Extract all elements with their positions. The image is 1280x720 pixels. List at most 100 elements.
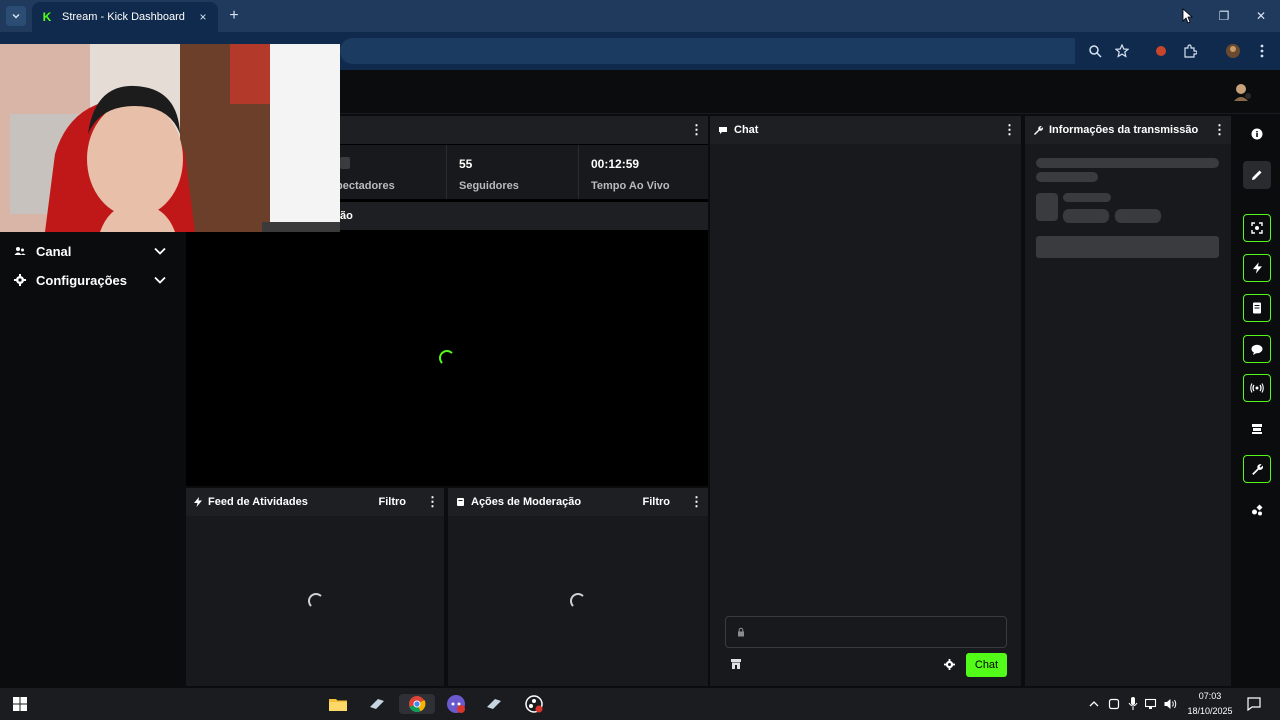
stat-live-time: 00:12:59 Tempo Ao Vivo: [579, 145, 708, 199]
chevron-down-icon: [12, 13, 20, 19]
moderation-title: Ações de Moderação: [471, 496, 582, 508]
notes-icon[interactable]: [1243, 294, 1271, 322]
browser-menu-icon[interactable]: [1253, 42, 1271, 60]
activity-loading-spinner: [308, 593, 324, 609]
webcam-feed-image: [0, 44, 340, 232]
stat-live-time-label: Tempo Ao Vivo: [591, 180, 670, 192]
viewers-value-skeleton: [340, 157, 350, 169]
skeleton-tag: [1063, 209, 1109, 223]
notifications-icon[interactable]: [1244, 694, 1264, 714]
more-options-icon[interactable]: ⋮: [426, 494, 439, 510]
stream-info-panel: Informações da transmissão ⋮: [1025, 116, 1231, 686]
stat-followers-label: Seguidores: [459, 180, 519, 192]
more-options-icon[interactable]: ⋮: [1213, 122, 1226, 138]
activity-feed-panel: Feed de Atividades Filtro ⋮: [186, 488, 444, 686]
moderation-loading-spinner: [570, 593, 586, 609]
chevron-down-icon: [154, 247, 166, 255]
file-explorer-icon[interactable]: [328, 694, 348, 714]
user-avatar[interactable]: [1231, 81, 1253, 103]
chrome-icon[interactable]: [399, 694, 435, 714]
sidebar-item-label: Configurações: [36, 272, 128, 288]
sidebar-item-configuracoes[interactable]: Configurações: [0, 266, 184, 294]
tab-close-button[interactable]: ×: [196, 10, 210, 24]
extension-icon[interactable]: [1152, 42, 1170, 60]
activity-feed-title: Feed de Atividades: [208, 496, 308, 508]
volume-icon[interactable]: [1163, 694, 1179, 714]
close-window-button[interactable]: ✕: [1253, 8, 1269, 24]
windows-start-icon[interactable]: [10, 694, 30, 714]
restore-button[interactable]: ❐: [1216, 8, 1232, 24]
bookmark-star-icon[interactable]: [1113, 42, 1131, 60]
skeleton-line: [1036, 172, 1098, 182]
widgets-icon[interactable]: [1243, 496, 1271, 524]
chat-panel: Chat ⋮ Chat: [710, 116, 1021, 686]
more-options-icon[interactable]: ⋮: [690, 494, 703, 510]
steam-icon[interactable]: [367, 694, 387, 714]
moderation-header: Ações de Moderação Filtro ⋮: [448, 488, 708, 516]
kick-favicon-icon: K: [42, 10, 52, 24]
chat-bubble-icon: [719, 127, 727, 134]
users-icon: [14, 247, 26, 255]
stream-info-header: Informações da transmissão ⋮: [1025, 116, 1231, 144]
minimize-button[interactable]: [1180, 8, 1196, 24]
sidebar-item-label: Canal: [36, 243, 72, 259]
skeleton-line: [1063, 193, 1111, 202]
skeleton-line: [1036, 158, 1219, 168]
broadcast-icon[interactable]: [1243, 374, 1271, 402]
stream-info-title: Informações da transmissão: [1049, 124, 1199, 136]
extensions-puzzle-icon[interactable]: [1181, 42, 1199, 60]
chat-panel-title: Chat: [734, 124, 759, 136]
chat-input[interactable]: [725, 616, 1007, 648]
taskbar-clock-time[interactable]: 07:03: [1188, 691, 1232, 701]
wrench-icon[interactable]: [1243, 455, 1271, 483]
info-icon[interactable]: [1243, 120, 1271, 148]
stat-followers-value: 55: [459, 157, 473, 171]
layout-icon[interactable]: [1243, 415, 1271, 443]
screenshot-icon[interactable]: [1243, 214, 1271, 242]
profile-avatar-icon[interactable]: [1224, 42, 1242, 60]
skeleton-button: [1036, 236, 1219, 258]
sidebar-item-canal[interactable]: Canal: [0, 237, 184, 265]
tray-app-icon[interactable]: [1106, 694, 1122, 714]
chat-settings-gear-icon[interactable]: [944, 659, 955, 670]
discord-icon[interactable]: [446, 694, 466, 714]
lightning-icon: [194, 497, 202, 507]
zoom-icon[interactable]: [1086, 42, 1104, 60]
more-options-icon[interactable]: ⋮: [1003, 122, 1016, 138]
lock-icon: [738, 627, 744, 637]
taskbar-clock-date[interactable]: 18/10/2025: [1184, 706, 1236, 716]
microphone-icon[interactable]: [1125, 694, 1141, 714]
steam-icon[interactable]: [484, 694, 504, 714]
webcam-overlay: [0, 44, 340, 232]
moderation-filter-button[interactable]: Filtro: [643, 496, 671, 508]
address-bar[interactable]: [340, 38, 1075, 64]
stat-viewers-label: pectadores: [336, 180, 395, 192]
tab-search-button[interactable]: [6, 6, 26, 26]
new-tab-button[interactable]: +: [226, 8, 242, 24]
chat-bubble-icon[interactable]: [1243, 335, 1271, 363]
stat-live-time-value: 00:12:59: [591, 157, 640, 171]
chevron-down-icon: [154, 276, 166, 284]
obs-icon[interactable]: [524, 694, 544, 714]
cursor-icon: [1182, 8, 1194, 24]
sidebar: Canal Configurações: [0, 232, 184, 687]
wrench-icon: [1034, 125, 1043, 135]
edit-pencil-icon[interactable]: [1243, 161, 1271, 189]
chat-send-button[interactable]: Chat: [966, 653, 1007, 677]
store-icon[interactable]: [730, 658, 742, 670]
more-options-icon[interactable]: ⋮: [690, 122, 703, 138]
stat-followers: 55 Seguidores: [447, 145, 579, 199]
tray-chevron-up-icon[interactable]: [1086, 694, 1102, 714]
lightning-icon[interactable]: [1243, 254, 1271, 282]
activity-filter-button[interactable]: Filtro: [379, 496, 407, 508]
network-icon[interactable]: [1144, 694, 1160, 714]
moderation-panel: Ações de Moderação Filtro ⋮: [448, 488, 708, 686]
browser-tab[interactable]: K Stream - Kick Dashboard ×: [32, 2, 218, 32]
video-loading-spinner: [439, 350, 455, 366]
stream-preview-section-header: ão: [316, 202, 708, 230]
activity-feed-header: Feed de Atividades Filtro ⋮: [186, 488, 444, 516]
shield-icon: [457, 498, 464, 506]
chat-panel-header: Chat ⋮: [710, 116, 1021, 144]
skeleton-tag: [1115, 209, 1161, 223]
gear-icon: [14, 274, 26, 286]
